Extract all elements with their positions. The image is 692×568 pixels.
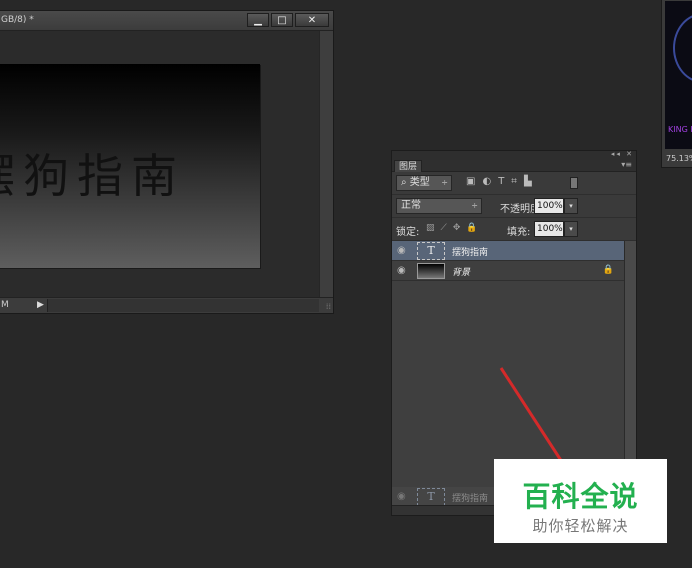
status-text: M <box>1 300 9 310</box>
canvas-text: 摆狗指南 <box>0 149 185 203</box>
background-layer-thumbnail <box>417 263 445 279</box>
blend-mode-value: 正常 <box>401 200 421 211</box>
window-controls: ▁ □ ✕ <box>247 13 329 27</box>
lock-position-icon[interactable]: ✥ <box>453 223 461 233</box>
lock-row: 锁定: ▨ ⟋ ✥ 🔒 填充: 100% ▾ <box>392 218 636 241</box>
close-button[interactable]: ✕ <box>295 13 329 27</box>
navigator-zoom[interactable]: 75.13% <box>666 154 692 163</box>
horizontal-scrollbar[interactable] <box>47 299 319 312</box>
text-layer-thumbnail: T <box>417 242 445 260</box>
lock-pixels-icon[interactable]: ⟋ <box>441 223 447 233</box>
document-statusbar: M ▶ ⁞⁞ <box>0 297 333 313</box>
opacity-input[interactable]: 100% <box>534 198 564 214</box>
eye-icon[interactable]: ◉ <box>397 265 406 276</box>
panel-tabbar: 图层 ▾≡ <box>392 160 636 172</box>
document-title: GB/8) * <box>1 15 34 25</box>
panel-header: ◂◂ ✕ <box>392 150 636 160</box>
resize-grip-icon[interactable]: ⁞⁞ <box>326 302 331 311</box>
filter-toggle[interactable] <box>570 177 578 189</box>
layer-name[interactable]: 摆狗指南 <box>452 245 488 258</box>
status-menu-arrow-icon[interactable]: ▶ <box>37 300 44 310</box>
lock-all-icon[interactable]: 🔒 <box>466 223 477 233</box>
watermark-title: 百科全说 <box>522 480 639 513</box>
eye-icon[interactable]: ◉ <box>397 245 406 256</box>
document-window: GB/8) * ▁ □ ✕ 摆狗指南 M ▶ ⁞⁞ <box>0 10 334 314</box>
document-titlebar[interactable]: GB/8) * ▁ □ ✕ <box>0 11 333 31</box>
layer-row-text[interactable]: ◉ T 摆狗指南 <box>392 241 626 261</box>
layer-row-background[interactable]: ◉ 背景 🔒 <box>392 261 626 281</box>
image-canvas[interactable]: 摆狗指南 <box>0 64 260 268</box>
chevron-down-icon: ÷ <box>471 201 478 210</box>
navigator-thumbnail[interactable]: KING I <box>665 1 692 149</box>
search-icon: ⌕ <box>401 177 407 188</box>
eye-icon: ◉ <box>397 491 406 502</box>
maximize-button[interactable]: □ <box>271 13 293 27</box>
lock-icon: 🔒 <box>602 265 614 275</box>
type-filter-icon[interactable]: T <box>498 176 504 187</box>
lock-icons: ▨ ⟋ ✥ 🔒 <box>426 223 478 233</box>
layers-scrollbar[interactable] <box>624 241 636 487</box>
filter-kind-select[interactable]: ⌕ 类型 ÷ <box>396 175 452 191</box>
adjustment-filter-icon[interactable]: ◐ <box>482 176 491 187</box>
lock-transparency-icon[interactable]: ▨ <box>426 223 435 233</box>
watermark: 百科全说 助你轻松解决 <box>494 459 667 543</box>
layer-name[interactable]: 背景 <box>452 265 470 278</box>
layers-list: ◉ T 摆狗指南 ◉ 背景 🔒 <box>392 241 626 487</box>
blend-row: 正常 ÷ 不透明度: 100% ▾ <box>392 195 636 218</box>
filter-kind-label: 类型 <box>409 177 430 188</box>
thumbnail-graphic <box>673 13 692 83</box>
navigator-panel: KING I 75.13% <box>661 0 692 168</box>
tab-layers[interactable]: 图层 <box>394 160 423 172</box>
filter-row: ⌕ 类型 ÷ ▣ ◐ T ⌗ ▙ <box>392 172 636 195</box>
layer-name: 摆狗指南 <box>452 494 489 504</box>
lock-label: 锁定: <box>396 227 420 238</box>
text-layer-thumbnail: T <box>417 488 445 506</box>
canvas-area[interactable]: 摆狗指南 <box>0 31 319 297</box>
fill-input[interactable]: 100% <box>534 221 564 237</box>
fill-dropdown-button[interactable]: ▾ <box>564 221 578 237</box>
fill-label: 填充: <box>507 227 531 238</box>
watermark-subtitle: 助你轻松解决 <box>532 517 629 535</box>
smartobject-filter-icon[interactable]: ▙ <box>524 176 532 187</box>
panel-menu-icon[interactable]: ▾≡ <box>621 160 632 169</box>
thumbnail-label: KING I <box>668 125 692 134</box>
minimize-button[interactable]: ▁ <box>247 13 269 27</box>
pixel-filter-icon[interactable]: ▣ <box>466 176 475 187</box>
blend-mode-select[interactable]: 正常 ÷ <box>396 198 482 214</box>
chevron-down-icon: ÷ <box>441 178 448 187</box>
vertical-scrollbar[interactable] <box>319 31 333 297</box>
collapse-close-icon[interactable]: ◂◂ ✕ <box>611 150 634 158</box>
filter-icons: ▣ ◐ T ⌗ ▙ <box>466 176 532 187</box>
shape-filter-icon[interactable]: ⌗ <box>511 176 517 187</box>
opacity-dropdown-button[interactable]: ▾ <box>564 198 578 214</box>
